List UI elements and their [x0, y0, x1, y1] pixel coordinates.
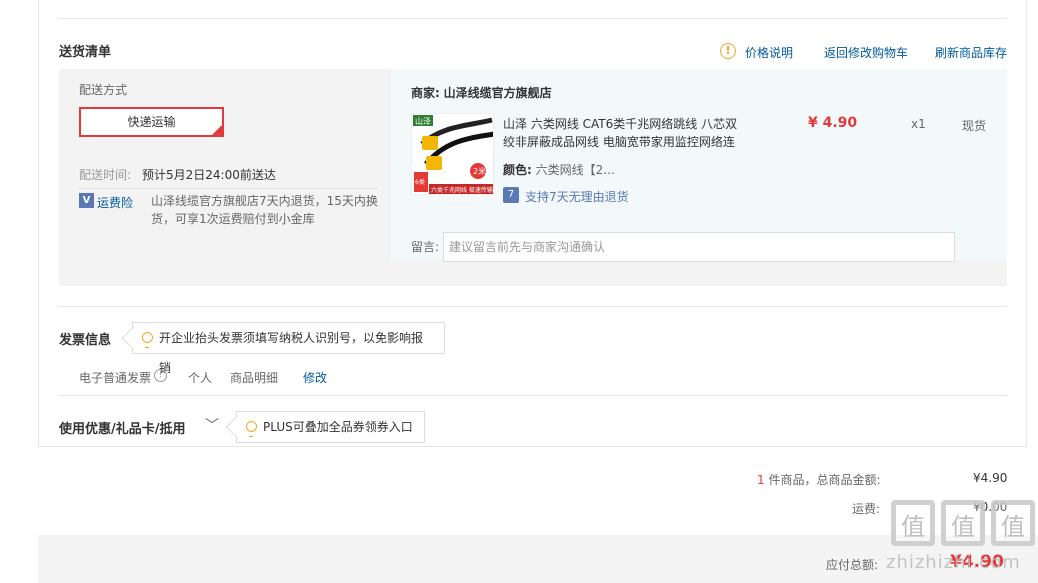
product-price: ¥ 4.90	[808, 115, 858, 131]
summary-count: 1	[757, 473, 765, 487]
product-color-label: 颜色:	[503, 163, 532, 177]
express-delivery-option[interactable]: 快递运输 ✓	[79, 107, 224, 137]
invoice-tip: 开企业抬头发票须填写纳税人识别号，以免影响报销	[121, 322, 445, 375]
frame-border-left	[38, 0, 39, 446]
refresh-stock-link[interactable]: 刷新商品库存	[935, 44, 1007, 61]
checkout-page: 送货清单 ! 价格说明 返回修改购物车 刷新商品库存 配送方式 快递运输 ✓ 配…	[0, 0, 1038, 583]
insurance-icon: V	[79, 193, 94, 208]
product-color-row: 颜色: 六类网线【2...	[503, 161, 615, 178]
info-icon[interactable]: !	[154, 369, 167, 382]
tip-arrow	[121, 326, 145, 350]
express-delivery-label: 快递运输	[127, 115, 176, 129]
product-image-caption: 六类千兆网线 极速传输	[431, 186, 493, 194]
insurance-desc-line2: 货，可享1次运费赔付到小金库	[151, 212, 315, 226]
product-color-value: 六类网线【2...	[535, 163, 615, 177]
price-note-link[interactable]: 价格说明	[745, 44, 793, 61]
frame-border-bottom	[38, 446, 1027, 447]
delivery-divider	[79, 188, 379, 189]
watermark-glyph-box: 值	[941, 500, 985, 546]
tip-arrow	[225, 415, 249, 439]
coupon-tip[interactable]: PLUS可叠加全品券领券入口	[225, 411, 425, 443]
invoice-header: 个人	[188, 371, 213, 385]
message-input[interactable]: 建议留言前先与商家沟通确认	[443, 232, 955, 262]
invoice-type: 电子普通发票	[79, 371, 152, 385]
divider-coupon	[59, 395, 1007, 396]
watermark: 值 值 值 zhizhizhi.com	[886, 500, 1038, 583]
lightbulb-icon	[246, 421, 257, 437]
divider-top	[59, 18, 1007, 19]
insurance-link[interactable]: 运费险	[97, 194, 133, 211]
frame-border-right	[1026, 0, 1027, 446]
product-stock: 现货	[962, 119, 987, 133]
delivery-time-label: 配送时间:	[79, 168, 132, 182]
invoice-content: 商品明细	[230, 371, 279, 385]
summary-shipping-label: 运费:	[852, 502, 881, 516]
coupon-title[interactable]: 使用优惠/礼品卡/抵用	[59, 418, 186, 437]
check-icon: ✓	[215, 120, 222, 129]
product-image-brand: 山泽	[415, 116, 431, 126]
back-to-cart-link[interactable]: 返回修改购物车	[824, 44, 908, 61]
product-title-line1[interactable]: 山泽 六类网线 CAT6类千兆网络跳线 八芯双	[503, 115, 737, 132]
insurance-desc-line1: 山泽线缆官方旗舰店7天内退货，15天内换	[151, 194, 378, 208]
return-policy-text: 支持7天无理由退货	[525, 190, 629, 204]
merchant-label: 商家:	[411, 86, 440, 100]
watermark-glyph-box: 值	[891, 500, 935, 546]
invoice-title: 发票信息	[59, 333, 112, 348]
summary-payable-label: 应付总额:	[826, 558, 879, 572]
price-note-icon[interactable]: !	[720, 43, 736, 59]
message-label: 留言:	[411, 240, 440, 254]
delivery-time-value: 预计5月2日24:00前送达	[142, 168, 276, 182]
shipping-list-title: 送货清单	[59, 45, 112, 60]
merchant-name[interactable]: 山泽线缆官方旗舰店	[444, 86, 552, 100]
invoice-edit-link[interactable]: 修改	[303, 369, 327, 386]
lightbulb-icon	[142, 332, 153, 348]
merchant-panel-footer	[391, 260, 1007, 286]
summary-total-goods: ¥4.90	[973, 471, 1008, 485]
product-image[interactable]: 山泽 6类 2米 六类千兆网线 极速传输	[411, 113, 494, 195]
watermark-glyph-box: 值	[991, 500, 1035, 546]
product-quantity: x1	[911, 117, 926, 131]
coupon-tip-text: PLUS可叠加全品券领券入口	[263, 420, 413, 434]
chevron-down-icon[interactable]: ﹀	[205, 415, 219, 435]
product-image-badge: 2米	[473, 166, 486, 176]
summary-count-row: 1 件商品，总商品金额:	[757, 471, 881, 488]
return-policy-icon: 7	[503, 187, 519, 203]
network-cable-icon: 山泽 6类 2米 六类千兆网线 极速传输	[412, 114, 493, 194]
product-title-line2[interactable]: 绞非屏蔽成品网线 电脑宽带家用监控网络连	[503, 133, 735, 150]
delivery-method-title: 配送方式	[79, 83, 128, 97]
divider-invoice	[59, 306, 1007, 307]
svg-text:6类: 6类	[415, 178, 425, 186]
watermark-text: zhizhizhi.com	[886, 552, 1021, 573]
merchant-row: 商家: 山泽线缆官方旗舰店	[411, 84, 552, 101]
summary-count-suffix: 件商品，总商品金额:	[768, 473, 881, 487]
